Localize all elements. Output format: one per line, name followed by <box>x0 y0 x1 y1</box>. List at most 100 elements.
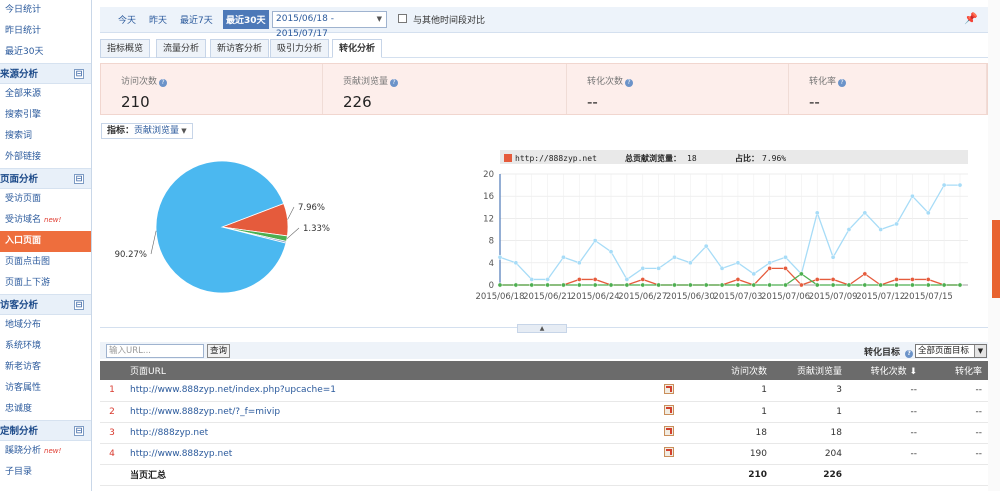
data-point[interactable] <box>545 277 550 282</box>
sidebar-item[interactable]: 页面点击图 <box>0 252 91 273</box>
data-point[interactable] <box>624 282 630 288</box>
data-point[interactable] <box>767 266 773 271</box>
collapse-icon[interactable]: ⊟ <box>74 69 84 79</box>
collapse-icon[interactable]: ⊟ <box>74 174 84 184</box>
data-point[interactable] <box>735 277 741 282</box>
data-point[interactable] <box>592 238 598 243</box>
date-last7-button[interactable]: 最近7天 <box>180 13 213 26</box>
sidebar-item[interactable]: 外部链接 <box>0 147 91 168</box>
url-search-input[interactable]: 输入URL... <box>106 344 204 358</box>
data-point[interactable] <box>719 266 725 271</box>
data-point[interactable] <box>640 282 646 288</box>
date-last30-button[interactable]: 最近30天 <box>223 10 269 29</box>
data-point[interactable] <box>814 282 820 288</box>
data-point[interactable] <box>910 193 915 199</box>
sidebar-item[interactable]: 受访域名 new! <box>0 210 91 231</box>
row-url-link[interactable]: http://888zyp.net <box>124 422 658 443</box>
data-point[interactable] <box>814 210 820 216</box>
table-row[interactable]: 1 http://www.888zyp.net/index.php?upcache… <box>100 380 988 401</box>
data-point[interactable] <box>608 282 614 288</box>
data-point[interactable] <box>624 277 630 282</box>
sidebar-item[interactable]: 受访页面 <box>0 189 91 210</box>
sidebar-item[interactable]: 搜索引擎 <box>0 105 91 126</box>
tab-item[interactable]: 指标概览 <box>100 39 151 58</box>
sidebar-item[interactable]: 页面上下游 <box>0 273 91 294</box>
data-point[interactable] <box>830 254 836 260</box>
help-icon[interactable]: ? <box>838 79 847 87</box>
data-point[interactable] <box>703 243 709 249</box>
data-point[interactable] <box>894 277 899 282</box>
data-point[interactable] <box>576 260 582 266</box>
data-point[interactable] <box>925 210 931 216</box>
data-point[interactable] <box>719 282 725 288</box>
feedback-tab[interactable] <box>992 220 1000 298</box>
data-point[interactable] <box>783 282 788 288</box>
data-point[interactable] <box>687 282 693 288</box>
data-point[interactable] <box>656 282 661 288</box>
data-point[interactable] <box>561 282 566 288</box>
open-link-icon[interactable] <box>664 405 674 415</box>
data-point[interactable] <box>862 271 868 277</box>
col-pageviews[interactable]: 贡献浏览量 <box>773 361 848 380</box>
table-row[interactable]: 2 http://www.888zyp.net/?_f=mivip 1 1 -- -- <box>100 401 988 422</box>
data-point[interactable] <box>941 282 947 288</box>
data-point[interactable] <box>910 282 915 288</box>
data-point[interactable] <box>814 277 820 282</box>
data-point[interactable] <box>957 282 963 288</box>
data-point[interactable] <box>656 266 661 271</box>
data-point[interactable] <box>561 254 566 260</box>
open-link-icon[interactable] <box>664 426 674 436</box>
query-button[interactable]: 查询 <box>207 344 230 358</box>
sidebar-item[interactable]: 蹊跷分析 new! <box>0 441 91 462</box>
data-point[interactable] <box>576 282 582 288</box>
data-point[interactable] <box>751 271 757 277</box>
data-point[interactable] <box>878 227 884 232</box>
data-point[interactable] <box>894 282 899 288</box>
data-point[interactable] <box>783 266 788 271</box>
sidebar-section[interactable]: 来源分析 ⊟ <box>0 63 91 84</box>
compare-checkbox[interactable] <box>398 14 407 23</box>
table-row[interactable]: 3 http://888zyp.net 18 18 -- -- <box>100 422 988 443</box>
data-point[interactable] <box>513 282 519 288</box>
data-point[interactable] <box>925 277 931 282</box>
data-point[interactable] <box>497 254 503 260</box>
row-url-link[interactable]: http://www.888zyp.net <box>124 443 658 464</box>
data-point[interactable] <box>640 277 646 282</box>
indicator-select[interactable]: 指标：贡献浏览量 ▼ <box>101 123 193 139</box>
tab-item[interactable]: 新访客分析 <box>210 39 270 58</box>
data-point[interactable] <box>799 282 804 288</box>
sidebar-item[interactable]: 忠诚度 <box>0 399 91 420</box>
data-point[interactable] <box>767 282 773 288</box>
data-point[interactable] <box>592 277 598 282</box>
date-yesterday-button[interactable]: 昨天 <box>149 13 167 26</box>
date-today-button[interactable]: 今天 <box>118 13 136 26</box>
row-url-link[interactable]: http://www.888zyp.net/?_f=mivip <box>124 401 658 422</box>
col-conversions[interactable]: 转化次数 ⬇ <box>848 361 923 380</box>
data-point[interactable] <box>957 182 963 188</box>
data-point[interactable] <box>513 260 519 266</box>
data-point[interactable] <box>799 271 804 277</box>
open-link-icon[interactable] <box>664 447 674 457</box>
sidebar-item[interactable]: 全部来源 <box>0 84 91 105</box>
collapse-charts-button[interactable]: ▲ <box>517 324 567 333</box>
data-point[interactable] <box>767 260 773 266</box>
data-point[interactable] <box>925 282 931 288</box>
data-point[interactable] <box>497 282 503 288</box>
data-point[interactable] <box>735 282 741 288</box>
tab-item[interactable]: 转化分析 <box>332 39 383 58</box>
collapse-icon[interactable]: ⊟ <box>74 300 84 310</box>
data-point[interactable] <box>608 249 614 255</box>
data-point[interactable] <box>830 282 836 288</box>
row-url-link[interactable]: http://www.888zyp.net/index.php?upcache=… <box>124 380 658 401</box>
data-point[interactable] <box>862 282 868 288</box>
col-conversion-rate[interactable]: 转化率 <box>923 361 988 380</box>
tab-item[interactable]: 流量分析 <box>156 39 207 58</box>
data-point[interactable] <box>830 277 836 282</box>
pin-icon[interactable]: 📌 <box>964 12 978 25</box>
data-point[interactable] <box>783 254 788 260</box>
help-icon[interactable]: ? <box>159 79 168 87</box>
sidebar-item[interactable]: 搜索词 <box>0 126 91 147</box>
sidebar-item[interactable]: 地域分布 <box>0 315 91 336</box>
collapse-icon[interactable]: ⊟ <box>74 426 84 436</box>
help-icon[interactable]: ? <box>905 350 914 358</box>
